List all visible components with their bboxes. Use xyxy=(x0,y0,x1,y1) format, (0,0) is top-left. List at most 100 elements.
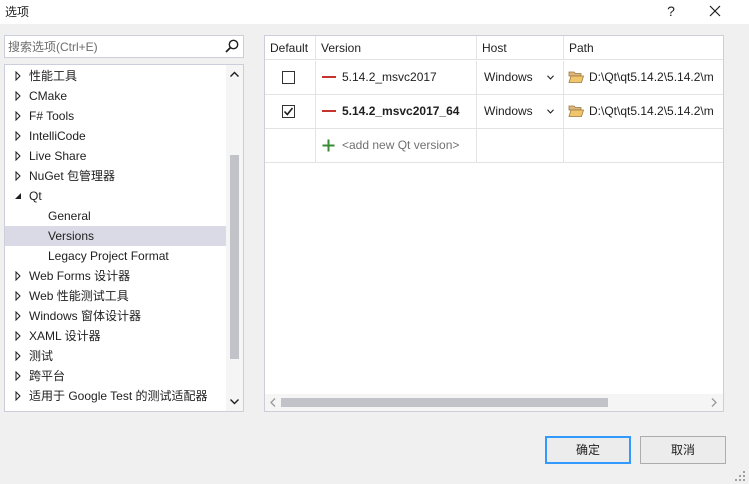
tree-item-label: 性能工具 xyxy=(29,69,78,83)
tree-item-label: 跨平台 xyxy=(29,369,66,383)
tree-item-label: 适用于 Google Test 的测试适配器 xyxy=(29,389,208,403)
expand-arrow-icon[interactable] xyxy=(13,311,23,321)
add-icon[interactable] xyxy=(322,139,335,152)
help-button[interactable]: ? xyxy=(658,0,684,22)
expand-arrow-icon[interactable] xyxy=(13,111,23,121)
tree-item-label: XAML 设计器 xyxy=(29,329,101,343)
path-cell xyxy=(564,129,723,163)
qt-versions-grid: Default Version Host Path 5.14.2_msvc201… xyxy=(264,35,724,412)
host-dropdown[interactable]: Windows xyxy=(477,95,564,129)
tree-item[interactable]: IntelliCode xyxy=(5,126,226,146)
folder-open-icon[interactable] xyxy=(568,70,584,84)
version-status-icon xyxy=(322,76,336,78)
collapse-arrow-icon[interactable] xyxy=(13,191,23,201)
chevron-down-icon[interactable] xyxy=(547,75,554,80)
version-name: 5.14.2_msvc2017_64 xyxy=(342,104,460,118)
expand-arrow-icon[interactable] xyxy=(13,71,23,81)
tree-item[interactable]: Live Share xyxy=(5,146,226,166)
tree-item[interactable]: XAML 设计器 xyxy=(5,326,226,346)
version-name: 5.14.2_msvc2017 xyxy=(342,70,437,84)
tree-item[interactable]: NuGet 包管理器 xyxy=(5,166,226,186)
host-value: Windows xyxy=(484,104,533,118)
tree-item-label: Qt xyxy=(29,189,42,203)
grid-scroll-thumb[interactable] xyxy=(281,398,608,407)
tree-item[interactable]: Web 性能测试工具 xyxy=(5,286,226,306)
tree-item-label: 测试 xyxy=(29,349,54,363)
tree-item[interactable]: Versions xyxy=(5,226,226,246)
column-header-default[interactable]: Default xyxy=(265,36,316,60)
tree-item[interactable]: CMake xyxy=(5,86,226,106)
tree-item[interactable]: Windows 窗体设计器 xyxy=(5,306,226,326)
folder-open-icon[interactable] xyxy=(568,104,584,118)
cancel-button[interactable]: 取消 xyxy=(640,436,726,464)
expand-arrow-icon[interactable] xyxy=(13,371,23,381)
scroll-down-icon[interactable] xyxy=(229,396,240,407)
search-icon[interactable] xyxy=(224,38,240,54)
tree-item[interactable]: Qt xyxy=(5,186,226,206)
scroll-up-icon[interactable] xyxy=(229,69,240,80)
tree-scroll-thumb[interactable] xyxy=(230,155,239,359)
expand-arrow-icon[interactable] xyxy=(13,291,23,301)
tree-item-label: Web Forms 设计器 xyxy=(29,269,131,283)
resize-grip-icon[interactable] xyxy=(734,470,746,482)
host-value: Windows xyxy=(484,70,533,84)
expand-arrow-icon[interactable] xyxy=(13,271,23,281)
tree-scrollbar[interactable] xyxy=(226,65,243,411)
add-version-cell[interactable]: <add new Qt version> xyxy=(316,129,477,163)
help-icon: ? xyxy=(667,3,675,19)
grid-header: Default Version Host Path xyxy=(265,36,723,60)
tree-item[interactable]: General xyxy=(5,206,226,226)
chevron-down-icon[interactable] xyxy=(547,109,554,114)
version-cell[interactable]: 5.14.2_msvc2017 xyxy=(316,61,477,95)
close-button[interactable] xyxy=(702,0,728,22)
path-cell[interactable]: D:\Qt\qt5.14.2\5.14.2\m xyxy=(564,61,723,95)
add-version-row[interactable]: <add new Qt version> xyxy=(265,129,723,163)
tree-item-label: F# Tools xyxy=(29,109,75,123)
default-checkbox[interactable] xyxy=(282,105,295,118)
search-input[interactable] xyxy=(8,38,213,55)
path-value: D:\Qt\qt5.14.2\5.14.2\m xyxy=(589,104,714,118)
table-row[interactable]: 5.14.2_msvc2017 Windows D:\Qt\qt5.14.2\5… xyxy=(265,61,723,95)
options-tree[interactable]: 性能工具 CMake F# Tools IntelliCode Live Share Nu… xyxy=(4,64,244,412)
expand-arrow-icon[interactable] xyxy=(13,151,23,161)
tree-item[interactable]: Legacy Project Format xyxy=(5,246,226,266)
path-cell[interactable]: D:\Qt\qt5.14.2\5.14.2\m xyxy=(564,95,723,129)
expand-arrow-icon[interactable] xyxy=(13,131,23,141)
window-title: 选项 xyxy=(5,5,30,19)
host-dropdown[interactable]: Windows xyxy=(477,61,564,95)
tree-item[interactable]: Web Forms 设计器 xyxy=(5,266,226,286)
ok-button[interactable]: 确定 xyxy=(545,436,631,464)
checkmark-icon xyxy=(283,107,294,116)
default-checkbox[interactable] xyxy=(282,71,295,84)
grid-horizontal-scrollbar[interactable] xyxy=(265,394,723,411)
tree-item-label: Windows 窗体设计器 xyxy=(29,309,142,323)
expand-arrow-icon[interactable] xyxy=(13,391,23,401)
version-status-icon xyxy=(322,110,336,112)
tree-item[interactable]: 测试 xyxy=(5,346,226,366)
tree-item-label: Live Share xyxy=(29,149,87,163)
default-cell xyxy=(265,95,316,129)
tree-item[interactable]: 适用于 Google Test 的测试适配器 xyxy=(5,386,226,406)
tree-item[interactable]: 性能工具 xyxy=(5,66,226,86)
table-row[interactable]: 5.14.2_msvc2017_64 Windows D:\Qt\qt5.14.… xyxy=(265,95,723,129)
expand-arrow-icon[interactable] xyxy=(13,91,23,101)
column-header-version[interactable]: Version xyxy=(316,36,477,60)
search-box[interactable] xyxy=(4,35,244,58)
scroll-right-icon[interactable] xyxy=(708,397,719,408)
default-cell xyxy=(265,61,316,95)
expand-arrow-icon[interactable] xyxy=(13,171,23,181)
version-cell[interactable]: 5.14.2_msvc2017_64 xyxy=(316,95,477,129)
tree-item-label: Legacy Project Format xyxy=(48,249,169,263)
expand-arrow-icon[interactable] xyxy=(13,351,23,361)
column-header-host[interactable]: Host xyxy=(477,36,564,60)
column-header-path[interactable]: Path xyxy=(564,36,723,60)
tree-item[interactable]: 跨平台 xyxy=(5,366,226,386)
expand-arrow-icon[interactable] xyxy=(13,331,23,341)
close-icon xyxy=(709,5,721,17)
tree-item-label: IntelliCode xyxy=(29,129,86,143)
scroll-left-icon[interactable] xyxy=(268,397,279,408)
tree-item-label: Web 性能测试工具 xyxy=(29,289,129,303)
tree-item-label: General xyxy=(48,209,91,223)
tree-item[interactable]: F# Tools xyxy=(5,106,226,126)
add-version-link[interactable]: <add new Qt version> xyxy=(342,138,459,152)
